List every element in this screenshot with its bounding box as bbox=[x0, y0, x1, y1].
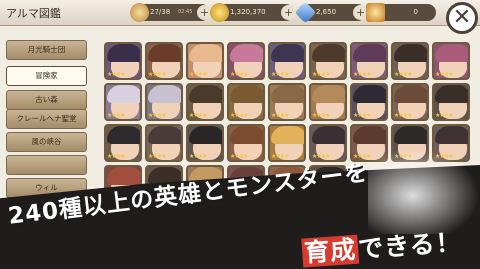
star-rating: ★★★★ bbox=[230, 112, 248, 119]
top-bar: アルマ図鑑 27/38 02:45 + 1,320,370 + 2,650 + … bbox=[0, 0, 480, 26]
character-hair bbox=[271, 44, 304, 62]
character-hair bbox=[435, 85, 468, 103]
character-hair bbox=[230, 44, 263, 62]
star-rating: ★★★★ bbox=[189, 112, 207, 119]
character-card[interactable]: ★★★★ bbox=[145, 42, 183, 80]
star-rating: ★★★★ bbox=[353, 71, 371, 78]
character-card[interactable]: ★★★★ bbox=[309, 42, 347, 80]
character-hair bbox=[148, 85, 181, 103]
character-hair bbox=[353, 44, 386, 62]
gem-icon bbox=[294, 1, 317, 24]
tab-old-forest[interactable]: 古い森 bbox=[6, 90, 87, 110]
star-rating: ★★★★ bbox=[435, 112, 453, 119]
character-card[interactable]: ★★★★ bbox=[309, 83, 347, 121]
character-hair bbox=[271, 85, 304, 103]
crown-icon bbox=[366, 3, 385, 22]
character-card[interactable]: ★★★★ bbox=[350, 83, 388, 121]
page-title: アルマ図鑑 bbox=[6, 7, 61, 20]
star-rating: ★★★★ bbox=[271, 112, 289, 119]
character-hair bbox=[189, 126, 222, 144]
character-hair bbox=[230, 126, 263, 144]
stamina-icon bbox=[130, 3, 149, 22]
character-hair bbox=[230, 85, 263, 103]
gem-value: 2,650 bbox=[316, 8, 337, 16]
character-hair bbox=[394, 85, 427, 103]
star-rating: ★★★★ bbox=[312, 112, 330, 119]
close-button[interactable]: ✕ bbox=[446, 2, 478, 34]
character-hair bbox=[353, 126, 386, 144]
star-rating: ★★★★ bbox=[271, 153, 289, 160]
character-hair bbox=[107, 44, 140, 62]
character-hair bbox=[312, 85, 345, 103]
star-rating: ★★★★ bbox=[107, 153, 125, 160]
character-card[interactable]: ★★★★ bbox=[145, 83, 183, 121]
character-hair bbox=[394, 126, 427, 144]
character-hair bbox=[148, 44, 181, 62]
character-hair bbox=[107, 126, 140, 144]
character-card[interactable]: ★★★★ bbox=[268, 83, 306, 121]
star-rating: ★★★★ bbox=[148, 71, 166, 78]
gold-counter: 1,320,370 + bbox=[210, 3, 296, 22]
character-card[interactable]: ★★★★ bbox=[186, 42, 224, 80]
gold-coin-icon bbox=[210, 3, 229, 22]
star-rating: ★★★★ bbox=[394, 112, 412, 119]
gold-value: 1,320,370 bbox=[230, 8, 266, 16]
character-hair bbox=[312, 44, 345, 62]
character-card[interactable]: ★★★★ bbox=[268, 124, 306, 162]
star-rating: ★★★★ bbox=[230, 71, 248, 78]
tab-clairhena-cathedral[interactable]: クレールヘナ聖堂 bbox=[6, 109, 87, 129]
character-card[interactable]: ★★★★ bbox=[186, 124, 224, 162]
banner-tagline-rest: できる！ bbox=[357, 227, 463, 264]
star-rating: ★★★★ bbox=[189, 71, 207, 78]
star-rating: ★★★★ bbox=[107, 112, 125, 119]
character-hair bbox=[435, 126, 468, 144]
star-rating: ★★★★ bbox=[312, 71, 330, 78]
add-gold-button[interactable]: + bbox=[281, 5, 296, 20]
character-card[interactable]: ★★★★ bbox=[350, 42, 388, 80]
stamina-value: 27/38 bbox=[150, 8, 171, 16]
character-card[interactable]: ★★★★ bbox=[227, 83, 265, 121]
gem-counter: 2,650 + bbox=[294, 1, 368, 24]
character-hair bbox=[271, 126, 304, 144]
character-hair bbox=[353, 85, 386, 103]
character-hair bbox=[435, 44, 468, 62]
character-hair bbox=[189, 85, 222, 103]
character-card[interactable]: ★★★★ bbox=[145, 124, 183, 162]
star-rating: ★★★★ bbox=[353, 112, 371, 119]
star-rating: ★★★★ bbox=[271, 71, 289, 78]
stamina-timer: 02:45 bbox=[178, 9, 193, 15]
tab-moonlight-knights[interactable]: 月光騎士団 bbox=[6, 40, 87, 60]
character-card[interactable]: ★★★★ bbox=[432, 42, 470, 80]
character-card[interactable]: ★★★★ bbox=[391, 83, 429, 121]
character-card[interactable]: ★★★★ bbox=[268, 42, 306, 80]
character-hair bbox=[394, 44, 427, 62]
star-rating: ★★★★ bbox=[435, 71, 453, 78]
crown-value: 0 bbox=[413, 8, 418, 16]
tab-wind-canyon[interactable]: 風の峡谷 bbox=[6, 132, 87, 152]
character-card[interactable]: ★★★★ bbox=[104, 124, 142, 162]
character-hair bbox=[189, 44, 222, 62]
star-rating: ★★★★ bbox=[148, 112, 166, 119]
tab-category-6[interactable] bbox=[6, 155, 87, 175]
stamina-counter: 27/38 02:45 + bbox=[130, 3, 212, 22]
tab-adventurers[interactable]: 冒険家 bbox=[6, 66, 87, 86]
star-rating: ★★★★ bbox=[107, 71, 125, 78]
star-rating: ★★★★ bbox=[189, 153, 207, 160]
character-card[interactable]: ★★★★ bbox=[432, 83, 470, 121]
star-rating: ★★★★ bbox=[230, 153, 248, 160]
banner-highlight: 育成 bbox=[301, 234, 360, 268]
character-card[interactable]: ★★★★ bbox=[104, 83, 142, 121]
crown-counter: 0 bbox=[366, 3, 436, 22]
character-card[interactable]: ★★★★ bbox=[391, 42, 429, 80]
star-rating: ★★★★ bbox=[148, 153, 166, 160]
star-rating: ★★★★ bbox=[394, 71, 412, 78]
character-card[interactable]: ★★★★ bbox=[186, 83, 224, 121]
character-card[interactable]: ★★★★ bbox=[227, 42, 265, 80]
character-card[interactable]: ★★★★ bbox=[227, 124, 265, 162]
character-card[interactable]: ★★★★ bbox=[104, 42, 142, 80]
character-hair bbox=[312, 126, 345, 144]
character-hair bbox=[107, 85, 140, 103]
character-hair bbox=[148, 126, 181, 144]
smoke-effect bbox=[368, 148, 480, 234]
